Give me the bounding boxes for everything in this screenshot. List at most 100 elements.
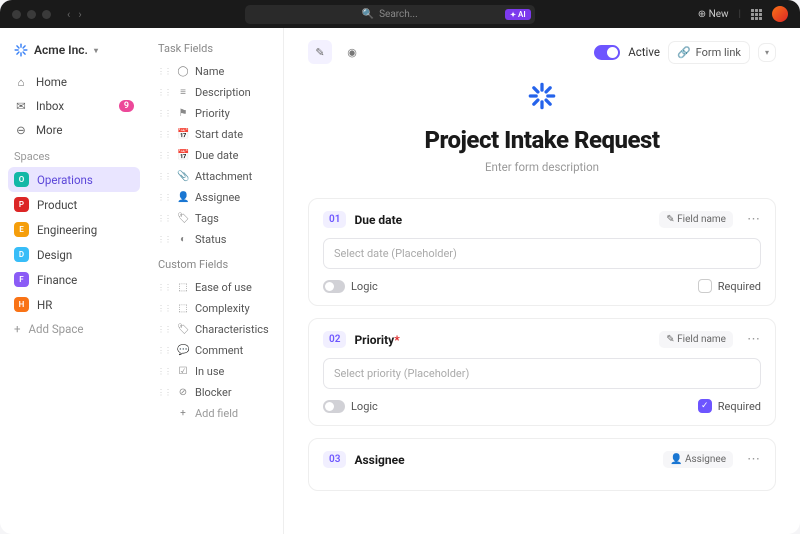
form-link-button[interactable]: 🔗 Form link xyxy=(668,41,750,64)
custom-field-item[interactable]: ⋮⋮🏷Characteristics xyxy=(154,319,277,340)
space-icon: O xyxy=(14,172,29,187)
more-icon: ⊖ xyxy=(14,123,28,137)
field-chip[interactable]: 👤 Assignee xyxy=(663,451,733,468)
nav-home[interactable]: ⌂Home xyxy=(8,70,140,94)
edit-button[interactable]: ✎ xyxy=(308,40,332,64)
drag-icon[interactable]: ⋮⋮ xyxy=(157,151,171,160)
form-link-dropdown[interactable]: ▾ xyxy=(758,43,776,62)
form-link-label: Form link xyxy=(696,46,741,59)
task-field-item[interactable]: ⋮⋮◯Name xyxy=(154,61,277,82)
space-item[interactable]: PProduct xyxy=(8,192,140,217)
drag-icon[interactable]: ⋮⋮ xyxy=(157,214,171,223)
field-title: Due date xyxy=(354,213,402,227)
custom-field-item[interactable]: ⋮⋮☑In use xyxy=(154,361,277,382)
form-subtitle[interactable]: Enter form description xyxy=(308,160,776,174)
drag-icon[interactable]: ⋮⋮ xyxy=(157,67,171,76)
task-field-item[interactable]: ⋮⋮🏷Tags xyxy=(154,208,277,229)
add-space[interactable]: +Add Space xyxy=(8,317,140,341)
field-icon: ◐ xyxy=(177,234,189,245)
drag-icon[interactable]: ⋮⋮ xyxy=(157,346,171,355)
nav-label: Home xyxy=(36,75,67,89)
form-logo-icon xyxy=(528,82,556,110)
plus-icon: + xyxy=(14,322,21,336)
add-field[interactable]: ⋮⋮+Add field xyxy=(154,403,277,424)
field-label: Complexity xyxy=(195,302,250,315)
task-field-item[interactable]: ⋮⋮📅Start date xyxy=(154,124,277,145)
custom-field-item[interactable]: ⋮⋮⬚Complexity xyxy=(154,298,277,319)
task-field-item[interactable]: ⋮⋮📎Attachment xyxy=(154,166,277,187)
drag-icon[interactable]: ⋮⋮ xyxy=(157,283,171,292)
space-label: Finance xyxy=(37,273,77,287)
drag-icon[interactable]: ⋮⋮ xyxy=(157,235,171,244)
task-field-item[interactable]: ⋮⋮≡Description xyxy=(154,82,277,103)
nav-label: More xyxy=(36,123,63,137)
main-content: ✎ ◉ Active 🔗Form link ▾ Project Intake R… xyxy=(283,28,800,534)
space-label: HR xyxy=(37,298,52,312)
avatar[interactable] xyxy=(772,6,788,22)
drag-icon[interactable]: ⋮⋮ xyxy=(157,130,171,139)
custom-field-item[interactable]: ⋮⋮⊘Blocker xyxy=(154,382,277,403)
card-header: 01 Due date ✎ Field name ⋯ xyxy=(323,211,761,228)
drag-icon[interactable]: ⋮⋮ xyxy=(157,193,171,202)
window-dot[interactable] xyxy=(12,10,21,19)
nav-more[interactable]: ⊖ More xyxy=(8,118,140,142)
task-field-item[interactable]: ⋮⋮ 📅 Due date xyxy=(154,145,277,166)
workspace-switcher[interactable]: Acme Inc. ▾ xyxy=(8,40,140,60)
task-field-item[interactable]: ⋮⋮👤Assignee xyxy=(154,187,277,208)
drag-icon[interactable]: ⋮⋮ xyxy=(157,388,171,397)
search-bar[interactable]: 🔍 Search... ✦ AI xyxy=(245,5,535,24)
apps-icon[interactable] xyxy=(751,9,762,20)
nav-inbox[interactable]: ✉Inbox9 xyxy=(8,94,140,118)
required-checkbox[interactable] xyxy=(698,279,712,293)
form-field-card[interactable]: 01 Due date ✎ Field name ⋯ Select date (… xyxy=(308,198,776,306)
plus-icon: + xyxy=(177,408,189,419)
space-item[interactable]: FFinance xyxy=(8,267,140,292)
window-dot[interactable] xyxy=(42,10,51,19)
task-field-item[interactable]: ⋮⋮◐Status xyxy=(154,229,277,250)
back-icon[interactable]: ‹ xyxy=(67,8,70,21)
field-title: Assignee xyxy=(354,453,404,467)
drag-icon[interactable]: ⋮⋮ xyxy=(157,325,171,334)
form-fields-list: 01 Due date ✎ Field name ⋯ Select date (… xyxy=(308,198,776,491)
link-icon: 🔗 xyxy=(677,46,691,59)
drag-icon[interactable]: ⋮⋮ xyxy=(157,109,171,118)
field-input[interactable]: Select priority (Placeholder) xyxy=(323,358,761,389)
required-checkbox[interactable]: ✓ xyxy=(698,399,712,413)
space-item[interactable]: EEngineering xyxy=(8,217,140,242)
custom-field-item[interactable]: ⋮⋮⬚Ease of use xyxy=(154,277,277,298)
form-title[interactable]: Project Intake Request xyxy=(308,126,776,154)
custom-field-item[interactable]: ⋮⋮💬Comment xyxy=(154,340,277,361)
space-item[interactable]: DDesign xyxy=(8,242,140,267)
logic-toggle[interactable] xyxy=(323,400,345,413)
more-icon[interactable]: ⋯ xyxy=(747,332,761,347)
task-field-item[interactable]: ⋮⋮⚑Priority xyxy=(154,103,277,124)
new-button[interactable]: ⊕ New xyxy=(698,9,729,20)
field-label: Priority xyxy=(195,107,230,120)
drag-icon[interactable]: ⋮⋮ xyxy=(157,172,171,181)
field-icon: 📅 xyxy=(177,150,189,161)
more-icon[interactable]: ⋯ xyxy=(747,212,761,227)
ai-badge[interactable]: ✦ AI xyxy=(505,9,531,20)
form-field-card[interactable]: 03 Assignee 👤 Assignee ⋯ xyxy=(308,438,776,491)
drag-icon[interactable]: ⋮⋮ xyxy=(157,367,171,376)
preview-button[interactable]: ◉ xyxy=(340,40,364,64)
form-field-card[interactable]: 02 Priority* ✎ Field name ⋯ Select prior… xyxy=(308,318,776,426)
more-icon[interactable]: ⋯ xyxy=(747,452,761,467)
drag-icon[interactable]: ⋮⋮ xyxy=(157,304,171,313)
field-label: Description xyxy=(195,86,251,99)
logic-toggle[interactable] xyxy=(323,280,345,293)
card-footer: Logic Required xyxy=(323,279,761,293)
field-input[interactable]: Select date (Placeholder) xyxy=(323,238,761,269)
drag-icon[interactable]: ⋮⋮ xyxy=(157,88,171,97)
field-chip[interactable]: ✎ Field name xyxy=(659,331,733,348)
active-toggle[interactable] xyxy=(594,45,620,60)
field-chip[interactable]: ✎ Field name xyxy=(659,211,733,228)
space-item[interactable]: OOperations xyxy=(8,167,140,192)
space-item[interactable]: HHR xyxy=(8,292,140,317)
field-icon: 🏷 xyxy=(177,324,189,335)
forward-icon[interactable]: › xyxy=(78,8,81,21)
field-label: Due date xyxy=(195,149,238,162)
field-label: Tags xyxy=(195,212,219,225)
chevron-down-icon: ▾ xyxy=(765,48,769,57)
window-dot[interactable] xyxy=(27,10,36,19)
